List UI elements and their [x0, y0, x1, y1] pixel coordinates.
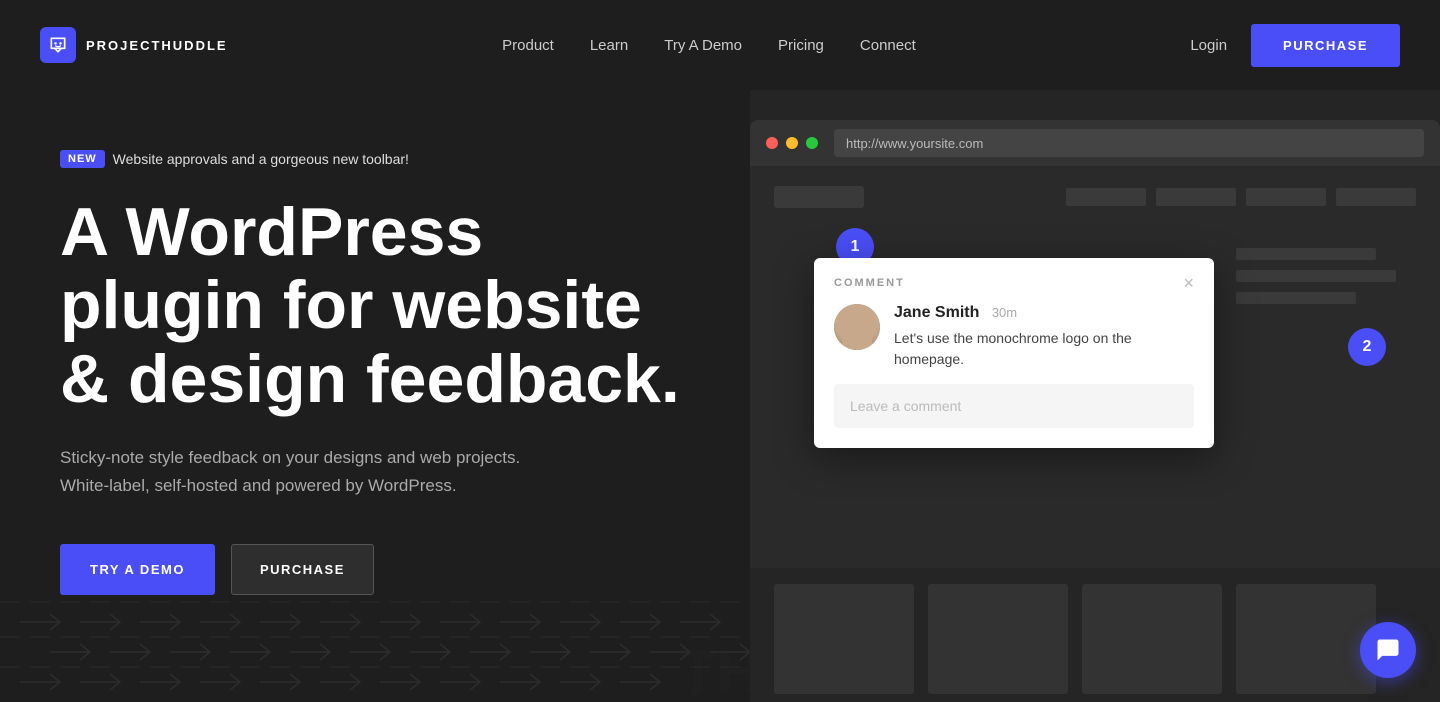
comment-popup: COMMENT × Jane Smith 30m: [814, 258, 1214, 448]
badge-description: Website approvals and a gorgeous new too…: [113, 151, 409, 167]
comment-author-info: Jane Smith 30m Let's use the monochrome …: [894, 304, 1194, 370]
content-lines-right: [1236, 248, 1416, 314]
nav-links: Product Learn Try A Demo Pricing Connect: [502, 37, 916, 54]
site-nav-mock: [774, 186, 1416, 208]
site-nav-logo-placeholder: [774, 186, 864, 208]
comment-label: COMMENT: [834, 277, 905, 289]
hero-title: A WordPress plugin for website & design …: [60, 196, 690, 416]
logo-icon: [40, 27, 76, 63]
browser-url: http://www.yoursite.com: [834, 129, 1424, 157]
nav-purchase-button[interactable]: PURCHASE: [1251, 24, 1400, 67]
logo-text: PROJECTHUDDLE: [86, 38, 228, 53]
nav-try-demo[interactable]: Try A Demo: [664, 37, 742, 54]
navbar: PROJECTHUDDLE Product Learn Try A Demo P…: [0, 0, 1440, 90]
comment-close-button[interactable]: ×: [1183, 274, 1194, 292]
nav-right: Login PURCHASE: [1190, 24, 1400, 67]
arrow-decoration: TH: [0, 482, 750, 702]
comment-input-area[interactable]: Leave a comment: [834, 384, 1194, 428]
site-nav-link: [1066, 188, 1146, 206]
comment-time: 30m: [992, 305, 1017, 320]
site-nav-links: [1066, 188, 1416, 206]
comment-pin-2[interactable]: 2: [1348, 328, 1386, 366]
comment-author-row: Jane Smith 30m Let's use the monochrome …: [834, 304, 1194, 370]
comment-avatar: [834, 304, 880, 350]
badge-new-label: NEW: [60, 150, 105, 168]
bottom-cards: [750, 568, 1440, 702]
browser-dot-red: [766, 137, 778, 149]
comment-input-placeholder: Leave a comment: [850, 398, 961, 414]
comment-author-name: Jane Smith: [894, 304, 979, 321]
browser-dot-yellow: [786, 137, 798, 149]
comment-area: 1 2 COMMENT ×: [774, 228, 1416, 548]
comment-body: Jane Smith 30m Let's use the monochrome …: [814, 304, 1214, 448]
bottom-card-2: [928, 584, 1068, 694]
browser-dot-green: [806, 137, 818, 149]
nav-learn[interactable]: Learn: [590, 37, 628, 54]
site-nav-link: [1246, 188, 1326, 206]
nav-product[interactable]: Product: [502, 37, 554, 54]
website-content: 1 2 COMMENT ×: [750, 166, 1440, 568]
browser-bar: http://www.yoursite.com: [750, 120, 1440, 166]
bottom-card-1: [774, 584, 914, 694]
nav-connect[interactable]: Connect: [860, 37, 916, 54]
browser-mockup: http://www.yoursite.com: [750, 120, 1440, 702]
comment-popup-header: COMMENT ×: [814, 258, 1214, 304]
hero-right: http://www.yoursite.com: [750, 90, 1440, 702]
new-badge: NEW Website approvals and a gorgeous new…: [60, 150, 690, 168]
nav-pricing[interactable]: Pricing: [778, 37, 824, 54]
svg-text:TH: TH: [680, 638, 750, 702]
bottom-card-3: [1082, 584, 1222, 694]
chat-bubble-button[interactable]: [1360, 622, 1416, 678]
site-nav-link: [1336, 188, 1416, 206]
hero-left: NEW Website approvals and a gorgeous new…: [0, 90, 750, 702]
avatar-face: [834, 304, 880, 350]
site-nav-link: [1156, 188, 1236, 206]
bottom-card-4: [1236, 584, 1376, 694]
nav-login[interactable]: Login: [1190, 37, 1227, 54]
comment-text: Let's use the monochrome logo on the hom…: [894, 328, 1194, 370]
logo[interactable]: PROJECTHUDDLE: [40, 27, 228, 63]
hero-section: NEW Website approvals and a gorgeous new…: [0, 90, 1440, 702]
